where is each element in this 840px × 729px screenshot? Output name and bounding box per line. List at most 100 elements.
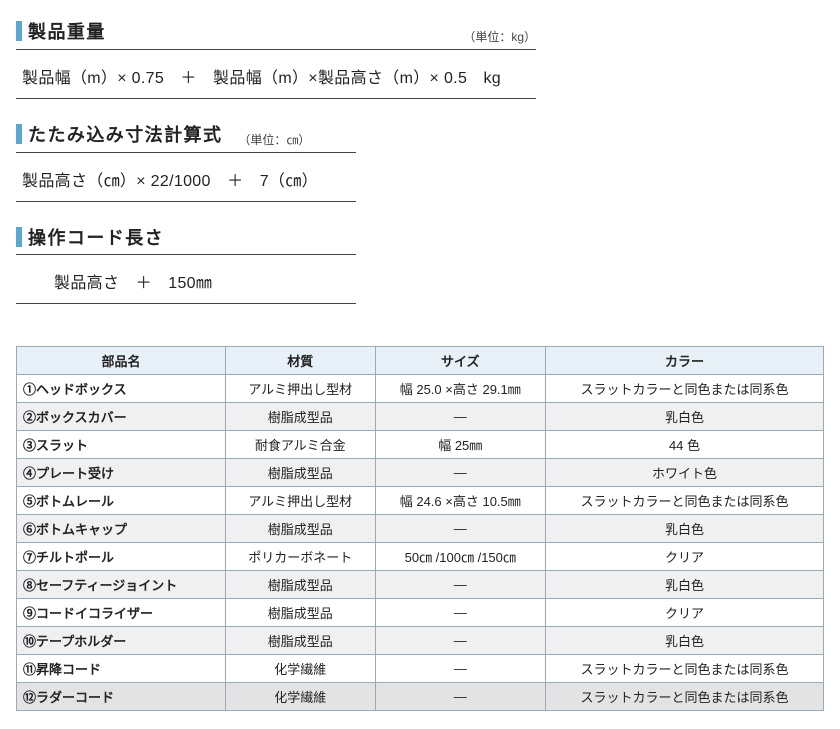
cell-material: 樹脂成型品 (226, 459, 375, 487)
row-number-icon: ② (23, 410, 36, 425)
unit-label: （単位：kg） (463, 28, 536, 45)
cell-size: ― (375, 599, 546, 627)
part-name: ⑥ボトムキャップ (17, 515, 226, 543)
part-name-text: ラダーコード (36, 690, 114, 705)
table-row: ②ボックスカバー樹脂成型品―乳白色 (17, 403, 824, 431)
section-header: 製品重量 （単位：kg） (16, 18, 536, 50)
unit-label: （単位：㎝） (238, 131, 310, 148)
part-name-text: ヘッドボックス (36, 382, 127, 397)
table-row: ①ヘッドボックスアルミ押出し型材幅 25.0 ×高さ 29.1㎜スラットカラーと… (17, 375, 824, 403)
part-name: ④プレート受け (17, 459, 226, 487)
cell-color: 乳白色 (546, 515, 824, 543)
row-number-icon: ⑧ (23, 578, 36, 593)
cell-color: ホワイト色 (546, 459, 824, 487)
table-row: ⑪昇降コード化学繊維―スラットカラーと同色または同系色 (17, 655, 824, 683)
part-name: ③スラット (17, 431, 226, 459)
formula: 製品幅（m）× 0.75 ＋ 製品幅（m）×製品高さ（m）× 0.5 kg (16, 50, 536, 99)
formula: 製品高さ ＋ 150㎜ (16, 255, 356, 304)
part-name-text: チルトポール (36, 550, 114, 565)
cell-color: スラットカラーと同色または同系色 (546, 683, 824, 711)
cell-color: スラットカラーと同色または同系色 (546, 655, 824, 683)
section-title: たたみ込み寸法計算式 (16, 121, 222, 147)
cell-color: 44 色 (546, 431, 824, 459)
cell-size: ― (375, 571, 546, 599)
part-name: ⑫ラダーコード (17, 683, 226, 711)
row-number-icon: ⑦ (23, 550, 36, 565)
part-name: ①ヘッドボックス (17, 375, 226, 403)
cell-color: スラットカラーと同色または同系色 (546, 487, 824, 515)
part-name: ⑩テープホルダー (17, 627, 226, 655)
table-row: ⑤ボトムレールアルミ押出し型材幅 24.6 ×高さ 10.5㎜スラットカラーと同… (17, 487, 824, 515)
part-name: ⑨コードイコライザー (17, 599, 226, 627)
col-header: サイズ (375, 347, 546, 375)
row-number-icon: ① (23, 382, 36, 397)
parts-table: 部品名材質サイズカラー ①ヘッドボックスアルミ押出し型材幅 25.0 ×高さ 2… (16, 346, 824, 711)
cell-material: 樹脂成型品 (226, 627, 375, 655)
section-header: たたみ込み寸法計算式 （単位：㎝） (16, 121, 356, 153)
col-header: 部品名 (17, 347, 226, 375)
cell-size: ― (375, 515, 546, 543)
cell-size: ― (375, 459, 546, 487)
part-name-text: ボトムレール (36, 494, 114, 509)
table-row: ⑩テープホルダー樹脂成型品―乳白色 (17, 627, 824, 655)
cell-color: スラットカラーと同色または同系色 (546, 375, 824, 403)
part-name: ⑪昇降コード (17, 655, 226, 683)
row-number-icon: ⑪ (23, 662, 36, 677)
row-number-icon: ④ (23, 466, 36, 481)
formula: 製品高さ（㎝）× 22/1000 ＋ 7（㎝） (16, 153, 356, 202)
table-row: ④プレート受け樹脂成型品―ホワイト色 (17, 459, 824, 487)
cell-material: アルミ押出し型材 (226, 487, 375, 515)
part-name: ⑧セーフティージョイント (17, 571, 226, 599)
table-row: ③スラット耐食アルミ合金幅 25㎜44 色 (17, 431, 824, 459)
cell-color: 乳白色 (546, 571, 824, 599)
row-number-icon: ⑫ (23, 690, 36, 705)
table-row: ⑨コードイコライザー樹脂成型品―クリア (17, 599, 824, 627)
cell-color: 乳白色 (546, 403, 824, 431)
part-name-text: コードイコライザー (36, 606, 153, 621)
cell-color: クリア (546, 543, 824, 571)
cell-material: 樹脂成型品 (226, 571, 375, 599)
table-row: ⑧セーフティージョイント樹脂成型品―乳白色 (17, 571, 824, 599)
cell-material: 樹脂成型品 (226, 403, 375, 431)
section-1: たたみ込み寸法計算式 （単位：㎝） 製品高さ（㎝）× 22/1000 ＋ 7（㎝） (16, 121, 824, 202)
cell-material: 耐食アルミ合金 (226, 431, 375, 459)
section-0: 製品重量 （単位：kg） 製品幅（m）× 0.75 ＋ 製品幅（m）×製品高さ（m）… (16, 18, 824, 99)
cell-size: ― (375, 683, 546, 711)
row-number-icon: ⑩ (23, 634, 36, 649)
cell-size: 50㎝ /100㎝ /150㎝ (375, 543, 546, 571)
cell-material: アルミ押出し型材 (226, 375, 375, 403)
cell-size: ― (375, 655, 546, 683)
section-title: 操作コード長さ (16, 224, 164, 250)
part-name: ②ボックスカバー (17, 403, 226, 431)
cell-material: ポリカーボネート (226, 543, 375, 571)
cell-color: 乳白色 (546, 627, 824, 655)
table-row: ⑫ラダーコード化学繊維―スラットカラーと同色または同系色 (17, 683, 824, 711)
cell-size: 幅 25㎜ (375, 431, 546, 459)
part-name: ⑦チルトポール (17, 543, 226, 571)
cell-size: ― (375, 627, 546, 655)
cell-material: 化学繊維 (226, 683, 375, 711)
col-header: カラー (546, 347, 824, 375)
cell-size: 幅 25.0 ×高さ 29.1㎜ (375, 375, 546, 403)
cell-size: ― (375, 403, 546, 431)
part-name: ⑤ボトムレール (17, 487, 226, 515)
cell-color: クリア (546, 599, 824, 627)
part-name-text: ボックスカバー (36, 410, 127, 425)
part-name-text: スラット (36, 438, 88, 453)
row-number-icon: ⑤ (23, 494, 36, 509)
row-number-icon: ⑥ (23, 522, 36, 537)
part-name-text: プレート受け (36, 466, 114, 481)
table-row: ⑥ボトムキャップ樹脂成型品―乳白色 (17, 515, 824, 543)
part-name-text: セーフティージョイント (36, 578, 177, 593)
section-title: 製品重量 (16, 18, 106, 44)
part-name-text: 昇降コード (36, 662, 101, 677)
section-2: 操作コード長さ製品高さ ＋ 150㎜ (16, 224, 824, 304)
col-header: 材質 (226, 347, 375, 375)
part-name-text: ボトムキャップ (36, 522, 127, 537)
section-header: 操作コード長さ (16, 224, 356, 255)
part-name-text: テープホルダー (36, 634, 126, 649)
cell-size: 幅 24.6 ×高さ 10.5㎜ (375, 487, 546, 515)
cell-material: 化学繊維 (226, 655, 375, 683)
row-number-icon: ⑨ (23, 606, 36, 621)
row-number-icon: ③ (23, 438, 36, 453)
